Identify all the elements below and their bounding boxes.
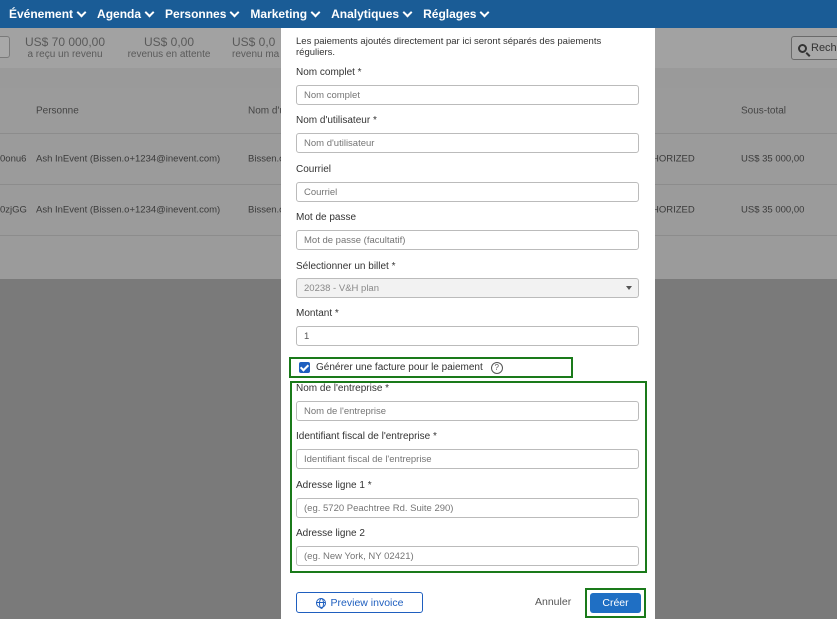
password-label: Mot de passe (296, 212, 357, 223)
ticket-label: Sélectionner un billet * (296, 261, 396, 272)
address1-label: Adresse ligne 1 * (296, 480, 372, 491)
ticket-select[interactable]: 20238 - V&H plan (296, 278, 639, 298)
stat-pending: US$ 0,00 revenus en attente (127, 35, 211, 60)
chevron-down-icon (480, 7, 490, 17)
username-input[interactable] (296, 133, 639, 153)
modal-intro: Les paiements ajoutés directement par ic… (296, 36, 602, 58)
address2-label: Adresse ligne 2 (296, 528, 365, 539)
chevron-down-icon (144, 7, 155, 17)
full-name-label: Nom complet * (296, 67, 362, 78)
chevron-down-icon (402, 7, 413, 17)
create-button-highlight: Créer (585, 588, 646, 618)
full-name-input[interactable] (296, 85, 639, 105)
chevron-down-icon (76, 7, 87, 17)
add-payment-modal: Les paiements ajoutés directement par ic… (281, 28, 655, 619)
nav-item-agenda[interactable]: Agenda (97, 7, 155, 21)
chevron-down-icon (229, 7, 240, 17)
caret-down-icon (626, 286, 632, 290)
nav-item-evenement[interactable]: Événement (9, 7, 87, 21)
password-input[interactable] (296, 230, 639, 250)
email-label: Courriel (296, 164, 332, 175)
cancel-button[interactable]: Annuler (535, 596, 571, 608)
address1-input[interactable] (296, 498, 639, 518)
nav-item-reglages[interactable]: Réglages (423, 7, 490, 21)
search-icon (798, 43, 807, 53)
globe-icon (315, 597, 326, 609)
back-button[interactable] (0, 36, 10, 58)
address2-input[interactable] (296, 546, 639, 566)
tax-id-label: Identifiant fiscal de l'entreprise * (296, 431, 437, 442)
tax-id-input[interactable] (296, 449, 639, 469)
create-button[interactable]: Créer (590, 593, 641, 613)
nav-item-marketing[interactable]: Marketing (250, 7, 321, 21)
amount-label: Montant * (296, 308, 339, 319)
header-name: Nom d'u (248, 105, 285, 116)
amount-input[interactable] (296, 326, 639, 346)
top-nav: Événement Agenda Personnes Marketing Ana… (0, 0, 837, 28)
nav-item-analytiques[interactable]: Analytiques (331, 7, 413, 21)
header-person: Personne (36, 105, 79, 116)
preview-invoice-button[interactable]: Preview invoice (296, 592, 423, 613)
chevron-down-icon (310, 7, 321, 17)
help-icon[interactable]: ? (490, 361, 503, 374)
username-label: Nom d'utilisateur * (296, 115, 377, 126)
email-input[interactable] (296, 182, 639, 202)
invoice-checkbox-row[interactable]: Générer une facture pour le paiement ? (289, 357, 573, 378)
company-name-input[interactable] (296, 401, 639, 421)
search-button[interactable]: Rech (791, 36, 837, 60)
invoice-checkbox[interactable] (299, 362, 310, 373)
invoice-checkbox-label: Générer une facture pour le paiement (316, 362, 483, 373)
header-subtotal: Sous-total (741, 105, 787, 116)
nav-item-personnes[interactable]: Personnes (165, 7, 240, 21)
company-name-label: Nom de l'entreprise * (296, 383, 390, 394)
stat-received: US$ 70 000,00 a reçu un revenu (24, 35, 106, 60)
